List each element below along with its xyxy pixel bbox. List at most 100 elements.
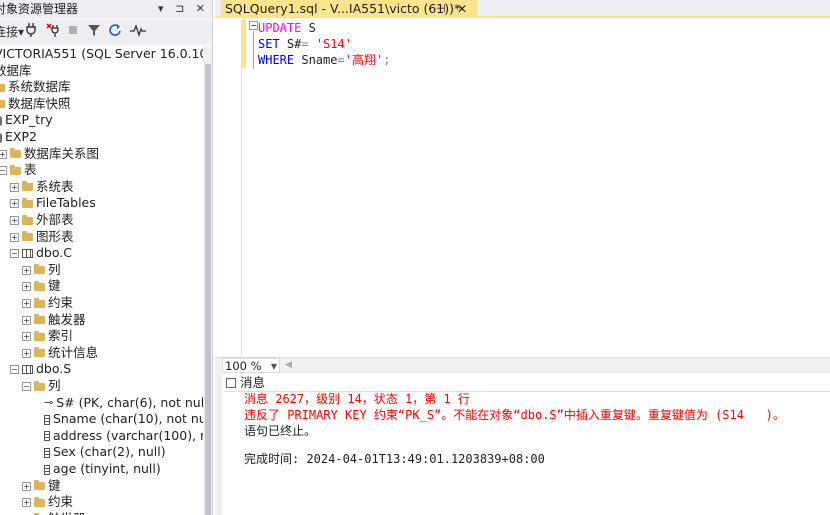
tree-node[interactable]: + FileTables [10,195,96,211]
tree-node[interactable]: +触发器 [22,511,86,515]
expand-icon[interactable]: + [22,498,31,508]
column-icon [44,431,50,442]
tree-node[interactable]: + 统计信息 [22,345,98,361]
folder-icon [22,197,33,208]
expand-icon[interactable]: + [22,282,31,292]
tab-messages[interactable]: 消息 [226,375,265,391]
tab-sqlquery1[interactable]: SQLQuery1.sql - V...IA551\victo (61))* ⊣… [221,0,477,18]
code-line-3[interactable]: WHERE Sname='高翔'; [258,52,390,68]
collapse-icon[interactable]: − [10,365,19,375]
expand-icon[interactable]: + [22,265,31,275]
tree-node-label: address (varchar(100), nu [53,427,203,443]
tree-node-label: 图形表 [36,228,74,244]
expand-icon[interactable]: + [10,216,19,225]
object-explorer-title: 对象资源管理器 [0,2,79,16]
collapse-icon[interactable]: − [10,249,19,259]
expand-icon[interactable]: + [22,481,31,491]
tree-node[interactable]: +触发器 [22,312,86,328]
message-line: 完成时间: 2024-04-01T13:49:01.1203839+08:00 [244,452,545,466]
folder-icon [34,480,45,491]
tree-node[interactable]: Sex (char(2), null) [44,444,166,460]
tree-node[interactable]: − 列 [22,378,61,394]
folder-icon [22,231,33,242]
tree-node[interactable]: EXP_try [0,112,53,128]
object-explorer-tree: VICTORIA551 (SQL Server 16.0.1000.6数据库系统… [0,46,203,515]
collapse-icon[interactable]: − [249,21,258,30]
folder-icon [34,314,45,325]
tree-node[interactable]: + 键 [22,278,61,294]
tree-node[interactable]: VICTORIA551 (SQL Server 16.0.1000.6 [0,46,203,62]
tree-node[interactable]: age (tinyint, null) [44,461,161,477]
document-tab-bar: SQLQuery1.sql - V...IA551\victo (61))* ⊣… [215,0,830,18]
tab-title: SQLQuery1.sql - V...IA551\victo (61))* [225,1,461,16]
tree-node[interactable]: address (varchar(100), nu [44,428,203,444]
tree-node-label: VICTORIA551 (SQL Server 16.0.1000.6 [0,46,203,61]
scroll-left-icon[interactable]: ◀ [285,358,292,373]
refresh-icon[interactable] [108,23,122,41]
expand-icon[interactable]: + [22,332,31,342]
tree-node[interactable]: + 系统表 [10,179,74,195]
expand-icon[interactable]: + [0,149,7,159]
tree-node[interactable]: 数据库 [0,63,32,79]
tree-node[interactable]: − dbo.S [10,361,71,377]
folder-icon [34,380,45,391]
tree-node-label: 触发器 [48,511,86,515]
tree-node-label: 键 [48,477,61,493]
tree-node[interactable]: 数据库快照 [0,96,71,112]
folder-icon [34,264,45,275]
disconnect-icon[interactable] [46,23,60,41]
close-tab-icon[interactable]: ✕ [457,0,467,18]
tree-node-label: 系统数据库 [8,79,71,95]
code-line-1[interactable]: UPDATE S [258,20,316,36]
expand-icon[interactable]: + [10,199,19,209]
tree-node-label: 列 [48,378,61,393]
tree-node[interactable]: + 图形表 [10,229,74,245]
tree-node[interactable]: ⊸ S# (PK, char(6), not null) [44,395,203,411]
column-icon [44,447,50,458]
object-explorer-toolbar: 连接▾ [0,20,212,44]
tree-node[interactable]: + 键 [22,478,61,494]
tree-node[interactable]: + 索引 [22,328,73,344]
expand-icon[interactable]: + [10,182,19,192]
tree-node-label: 系统表 [36,178,74,194]
tree-node[interactable]: + 数据库关系图 [0,146,99,162]
fold-guide [253,31,254,69]
database-icon [0,115,2,126]
tree-node[interactable]: + 外部表 [10,212,74,228]
zoom-select[interactable]: 100 % ▼ [222,358,280,373]
tree-node-label: 数据库快照 [8,95,71,111]
folder-icon [22,214,33,225]
tree-node[interactable]: + 约束 [22,494,73,510]
tree-node[interactable]: + 约束 [22,295,73,311]
object-explorer-pane: 对象资源管理器 ▾ ⊐ ✕ 连接▾ VICTORIA551 (SQL Serve… [0,0,213,515]
expand-icon[interactable]: + [22,299,31,308]
tree-node[interactable]: + 列 [22,262,61,278]
tree-node[interactable]: 系统数据库 [0,79,71,95]
code-line-2[interactable]: SET S#= 'S14' [258,36,352,52]
expand-icon[interactable]: + [22,315,31,325]
collapse-icon[interactable]: − [22,382,31,391]
tree-node[interactable]: −表 [0,162,37,178]
tree-node-label: EXP_try [5,112,53,128]
connect-button[interactable]: 连接▾ [0,23,24,41]
activity-monitor-icon[interactable] [130,23,146,41]
folder-icon [34,297,45,308]
collapse-icon[interactable]: − [0,166,7,176]
pane-window-buttons[interactable]: ▾ ⊐ ✕ [158,0,209,18]
table-icon [22,249,33,259]
folder-icon [0,100,5,109]
connect-plug-icon[interactable] [26,23,36,41]
scrollbar-thumb[interactable] [205,64,211,515]
tree-node-label: 列 [48,261,61,277]
tree-node[interactable]: Sname (char(10), not null) [44,411,203,427]
expand-icon[interactable]: + [22,348,31,358]
expand-icon[interactable]: + [10,232,19,242]
tree-node[interactable]: − dbo.C [10,245,72,261]
query-editor[interactable]: − UPDATE S SET S#= 'S14' WHERE Sname='高翔… [215,20,830,357]
stop-icon[interactable] [68,23,78,41]
pin-icon[interactable]: ⊣ [436,0,446,18]
object-explorer-scrollbar[interactable] [203,46,212,515]
filter-icon[interactable] [88,23,100,41]
tree-node[interactable]: EXP2 [0,129,37,145]
tree-node-label: EXP2 [5,129,37,144]
